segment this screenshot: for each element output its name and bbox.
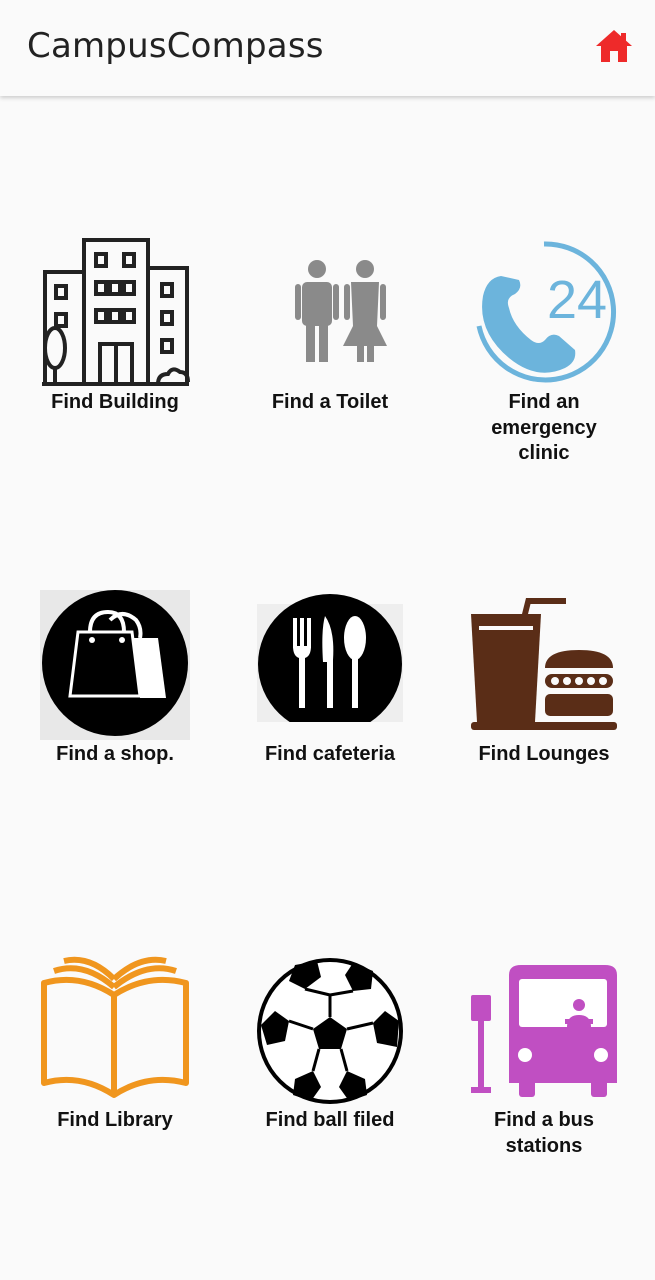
tile-find-emergency-clinic[interactable]: 24 Find an emergency clinic	[444, 236, 644, 476]
drink-burger-icon	[471, 598, 617, 730]
tile-label: Find an emergency clinic	[491, 391, 597, 464]
building-icon	[42, 238, 190, 386]
bus-station-icon	[471, 965, 617, 1097]
shopping-bag-icon	[40, 590, 190, 740]
svg-text:24: 24	[547, 270, 607, 330]
tile-find-cafeteria[interactable]: Find cafeteria	[230, 590, 430, 780]
tile-label: Find Building	[51, 391, 179, 413]
tile-label: Find a shop.	[56, 743, 174, 765]
emergency-phone-24-icon: 24	[476, 241, 617, 383]
tile-label: Find a bus stations	[494, 1109, 594, 1157]
tile-find-shop[interactable]: Find a shop.	[15, 590, 215, 780]
soccer-ball-icon	[257, 958, 403, 1104]
tile-find-bus-stations[interactable]: Find a bus stations	[444, 955, 644, 1175]
app-title: CampusCompass	[27, 26, 324, 66]
tile-label: Find Library	[57, 1109, 173, 1131]
tile-label: Find cafeteria	[264, 743, 396, 765]
toilet-icon	[295, 260, 387, 362]
tile-find-building[interactable]: Find Building	[15, 236, 215, 426]
tile-find-toilet[interactable]: Find a Toilet	[230, 236, 430, 426]
tile-find-ball-field[interactable]: Find ball filed	[230, 955, 430, 1145]
tile-find-lounges[interactable]: Find Lounges	[444, 590, 644, 780]
tile-label: Find ball filed	[265, 1109, 395, 1131]
open-book-icon	[41, 956, 189, 1098]
tile-label: Find Lounges	[478, 743, 610, 765]
app-bar: CampusCompass	[0, 0, 655, 96]
home-icon[interactable]	[594, 26, 634, 66]
cutlery-icon	[255, 594, 405, 740]
tile-label: Find a Toilet	[271, 391, 389, 413]
tile-find-library[interactable]: Find Library	[15, 955, 215, 1145]
